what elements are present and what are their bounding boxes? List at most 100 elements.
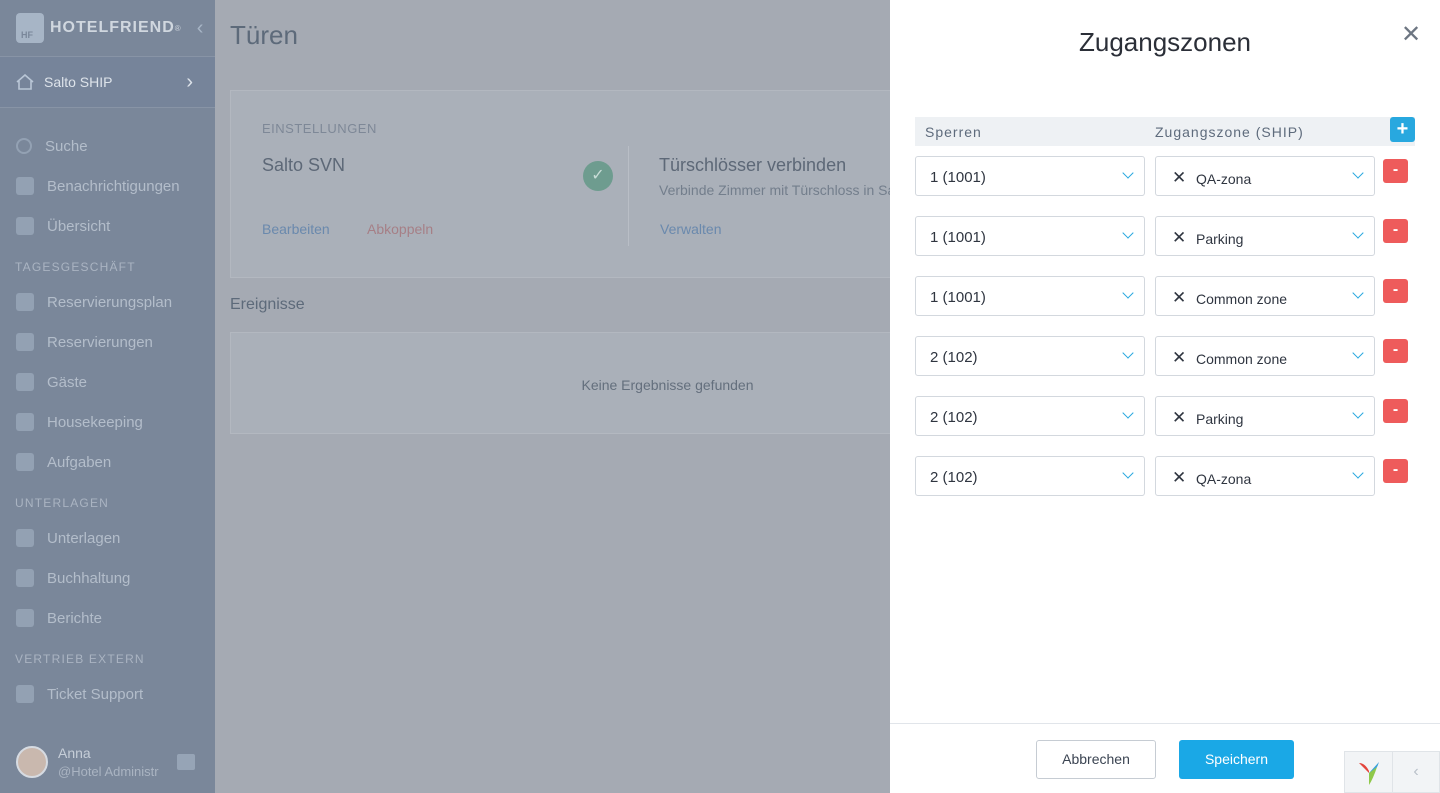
user-name: Anna	[58, 745, 91, 761]
chevron-left-icon[interactable]: ‹	[1393, 752, 1439, 792]
events-title: Ereignisse	[230, 296, 305, 313]
sidebar-item-label: Ticket Support	[47, 685, 144, 703]
chevron-down-icon	[1352, 167, 1364, 179]
zone-select-value: Parking	[1196, 411, 1244, 427]
chevron-down-icon	[1352, 407, 1364, 419]
sidebar-item-label: Buchhaltung	[47, 569, 131, 587]
clear-icon[interactable]: ✕	[1172, 228, 1186, 248]
remove-row-button[interactable]: -	[1383, 159, 1408, 183]
remove-row-button[interactable]: -	[1383, 219, 1408, 243]
collapse-sidebar-icon[interactable]: ‹	[197, 17, 204, 40]
lock-select[interactable]: 2 (102)	[915, 336, 1145, 376]
chevron-down-icon	[1352, 347, 1364, 359]
settings-label: EINSTELLUNGEN	[262, 121, 377, 136]
logout-icon[interactable]	[176, 754, 195, 770]
check-icon: ✓	[583, 161, 613, 191]
support-icon	[16, 685, 34, 703]
chevron-right-icon: ›	[186, 70, 193, 93]
chevron-down-icon	[1122, 167, 1134, 179]
table-row: 1 (1001) ✕ Parking -	[915, 216, 1415, 256]
sidebar-item-guests[interactable]: Gäste	[0, 362, 215, 402]
sidebar-item-label: Gäste	[47, 373, 88, 391]
sidebar-item-ticket-support[interactable]: Ticket Support	[0, 674, 215, 714]
remove-row-button[interactable]: -	[1383, 279, 1408, 303]
cancel-button[interactable]: Abbrechen	[1036, 740, 1156, 779]
table-row: 1 (1001) ✕ Common zone -	[915, 276, 1415, 316]
calendar-icon	[16, 293, 34, 311]
folder-icon	[16, 529, 34, 547]
yii-debug-widget[interactable]: ‹	[1344, 751, 1440, 793]
table-row: 2 (102) ✕ Common zone -	[915, 336, 1415, 376]
sidebar-item-label: Housekeeping	[47, 413, 143, 431]
lock-select[interactable]: 1 (1001)	[915, 156, 1145, 196]
person-icon	[16, 373, 34, 391]
sidebar-item-accounting[interactable]: Buchhaltung	[0, 558, 215, 598]
add-row-button[interactable]: +	[1390, 117, 1415, 142]
chevron-down-icon	[1122, 347, 1134, 359]
sidebar-item-label: Suche	[45, 137, 88, 155]
sidebar-item-reservations[interactable]: Reservierungen	[0, 322, 215, 362]
remove-row-button[interactable]: -	[1383, 339, 1408, 363]
chevron-down-icon	[1122, 467, 1134, 479]
sidebar-item-notifications[interactable]: Benachrichtigungen	[0, 166, 215, 206]
sidebar-item-label: Reservierungen	[47, 333, 153, 351]
section-title-documents: UNTERLAGEN	[15, 496, 110, 510]
sidebar-item-label: Benachrichtigungen	[47, 177, 180, 195]
zone-select[interactable]: ✕ Parking	[1155, 396, 1375, 436]
table-header: Sperren Zugangszone (SHIP)	[915, 117, 1415, 146]
remove-row-button[interactable]: -	[1383, 399, 1408, 423]
sidebar-item-label: Aufgaben	[47, 453, 112, 471]
sidebar-item-tasks[interactable]: Aufgaben	[0, 442, 215, 482]
sidebar-item-housekeeping[interactable]: Housekeeping	[0, 402, 215, 442]
clear-icon[interactable]: ✕	[1172, 288, 1186, 308]
sidebar-item-reports[interactable]: Berichte	[0, 598, 215, 638]
sidebar-item-reservation-plan[interactable]: Reservierungsplan	[0, 282, 215, 322]
lock-select[interactable]: 2 (102)	[915, 396, 1145, 436]
clear-icon[interactable]: ✕	[1172, 348, 1186, 368]
zone-select[interactable]: ✕ Parking	[1155, 216, 1375, 256]
lock-select[interactable]: 1 (1001)	[915, 216, 1145, 256]
sidebar-item-documents[interactable]: Unterlagen	[0, 518, 215, 558]
table-row: 1 (1001) ✕ QA-zona -	[915, 156, 1415, 196]
hotel-switcher[interactable]: Salto SHIP ›	[0, 56, 215, 108]
remove-row-button[interactable]: -	[1383, 459, 1408, 483]
clear-icon[interactable]: ✕	[1172, 408, 1186, 428]
user-role: @Hotel Administr	[58, 764, 159, 779]
clear-icon[interactable]: ✕	[1172, 168, 1186, 188]
lock-select[interactable]: 1 (1001)	[915, 276, 1145, 316]
edit-link[interactable]: Bearbeiten	[262, 221, 330, 237]
section-title-external-sales: VERTRIEB EXTERN	[15, 652, 145, 666]
zone-select[interactable]: ✕ Common zone	[1155, 336, 1375, 376]
connect-locks-subtitle: Verbinde Zimmer mit Türschloss in Sa	[659, 182, 896, 198]
zone-select[interactable]: ✕ QA-zona	[1155, 156, 1375, 196]
chevron-down-icon	[1122, 227, 1134, 239]
wrench-icon	[16, 453, 34, 471]
close-icon[interactable]: ✕	[1400, 23, 1422, 47]
sidebar-item-label: Reservierungsplan	[47, 293, 173, 311]
save-button[interactable]: Speichern	[1179, 740, 1294, 779]
chevron-down-icon	[1122, 407, 1134, 419]
sidebar-item-search[interactable]: Suche	[0, 126, 215, 166]
brand-registered-mark: ®	[174, 23, 181, 33]
disconnect-link[interactable]: Abkoppeln	[367, 221, 433, 237]
zone-select[interactable]: ✕ Common zone	[1155, 276, 1375, 316]
access-zones-drawer: Zugangszonen ✕ Sperren Zugangszone (SHIP…	[890, 0, 1440, 793]
zone-select[interactable]: ✕ QA-zona	[1155, 456, 1375, 496]
lock-select[interactable]: 2 (102)	[915, 456, 1145, 496]
sidebar-item-label: Unterlagen	[47, 529, 121, 547]
sidebar-item-overview[interactable]: Übersicht	[0, 206, 215, 246]
hotel-name: Salto SHIP	[44, 74, 113, 90]
user-profile[interactable]: Anna @Hotel Administr	[0, 731, 215, 793]
drawer-title: Zugangszonen	[1078, 27, 1252, 57]
sidebar: HOTELFRIEND® ‹ Salto SHIP › Suche Benach…	[0, 0, 215, 793]
lock-select-value: 1 (1001)	[930, 169, 986, 186]
dashboard-icon	[16, 217, 34, 235]
settings-card: EINSTELLUNGEN Salto SVN ✓ Bearbeiten Abk…	[230, 90, 930, 278]
brand-name: HOTELFRIEND	[50, 19, 175, 36]
clear-icon[interactable]: ✕	[1172, 468, 1186, 488]
main-content: Türen EINSTELLUNGEN Salto SVN ✓ Bearbeit…	[215, 0, 930, 793]
divider	[628, 146, 629, 246]
clipboard-icon	[16, 609, 34, 627]
chevron-down-icon	[1352, 467, 1364, 479]
manage-link[interactable]: Verwalten	[660, 221, 721, 237]
